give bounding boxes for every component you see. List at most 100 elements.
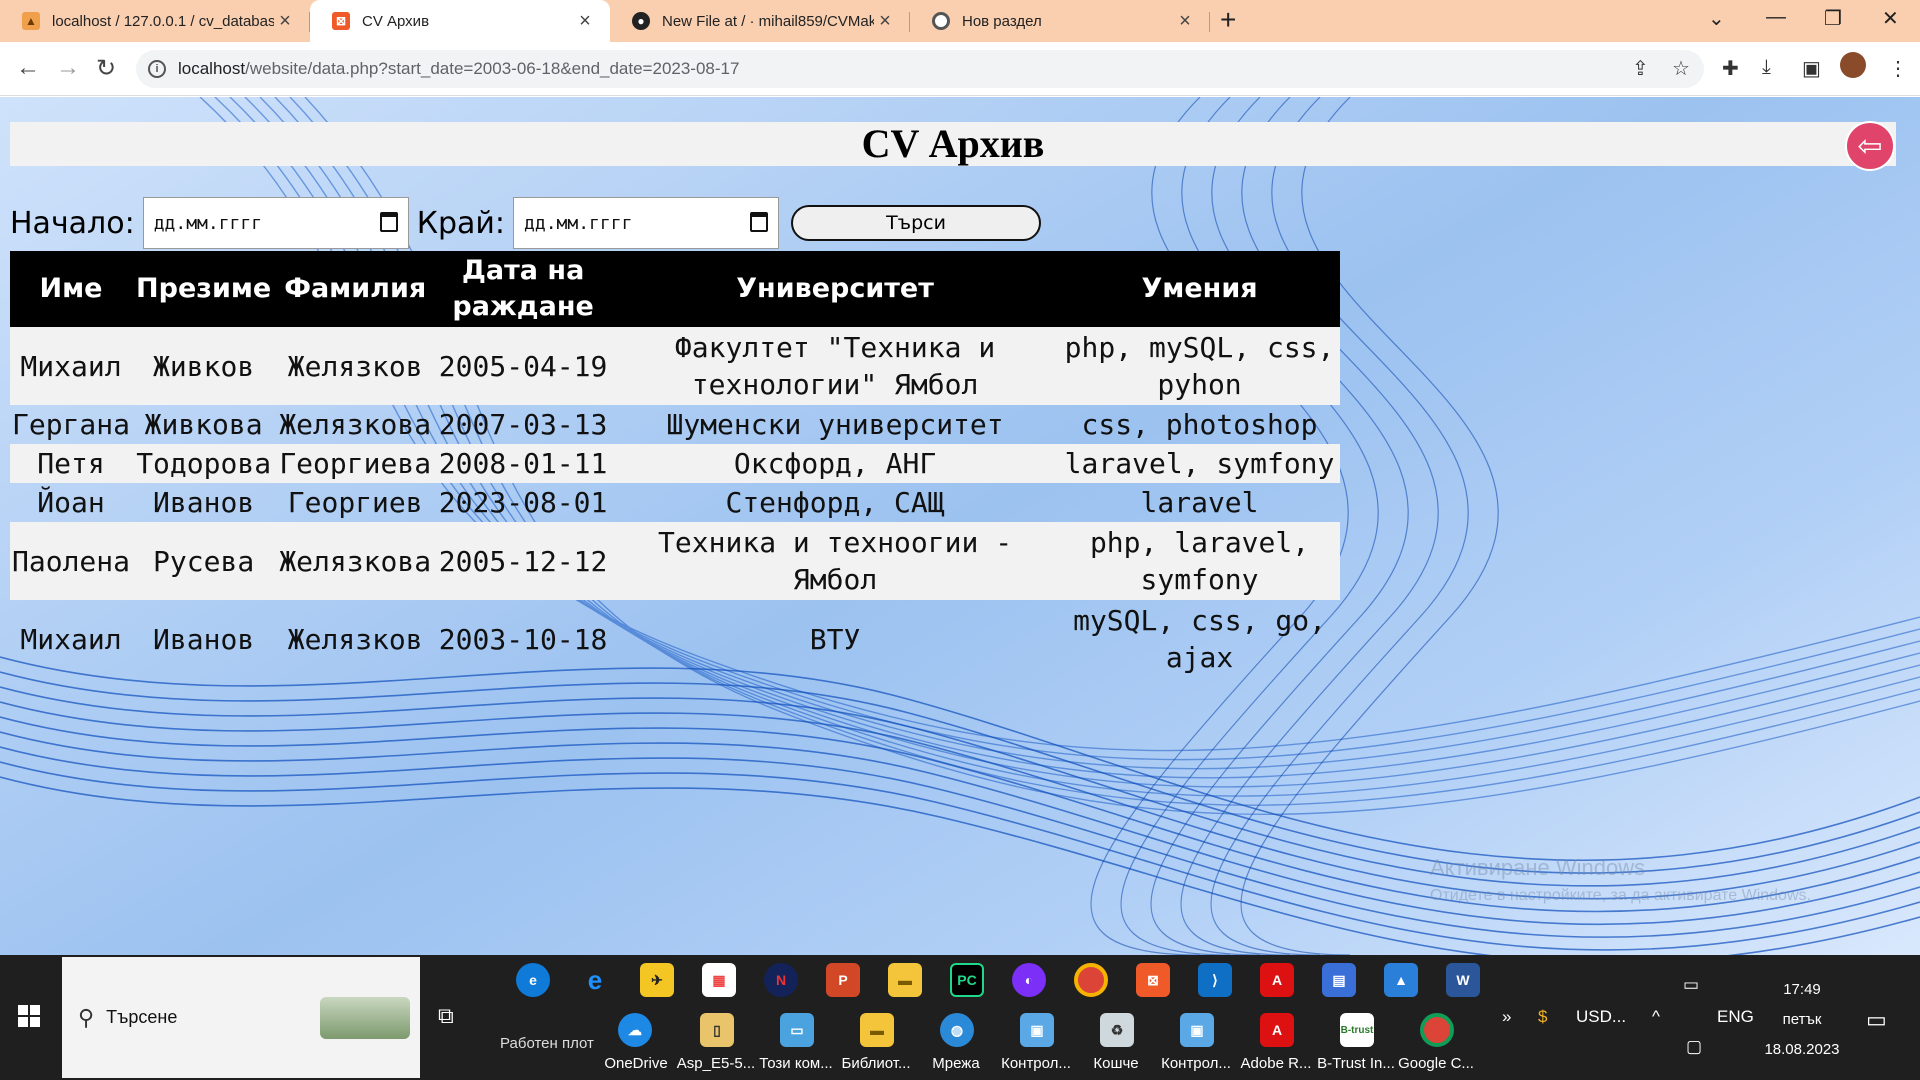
reload-icon[interactable]: ↻	[96, 54, 116, 83]
column-header: Университет	[611, 251, 1060, 327]
desktop-toolbar-label[interactable]: Работен плот	[500, 1035, 594, 1052]
file-explorer-icon[interactable]: ▬	[888, 963, 922, 997]
download-icon[interactable]: ⤓	[1762, 56, 1771, 79]
chrome-taskbar-icon[interactable]	[1074, 963, 1108, 997]
cell-first-name: Гергана	[12, 408, 131, 441]
tab-cv-archive[interactable]: ⊠ CV Архив ×	[310, 0, 610, 42]
minimize-icon[interactable]: —	[1766, 6, 1786, 29]
calculator-icon[interactable]: ▤	[1322, 963, 1356, 997]
shortcut-label[interactable]: Този ком...	[756, 1055, 836, 1072]
internet-explorer-icon[interactable]: e	[578, 963, 612, 997]
xampp-icon[interactable]: ⊠	[1136, 963, 1170, 997]
cell-university: Шуменски университет	[666, 408, 1004, 441]
this-pc-icon[interactable]: ▭	[780, 1013, 814, 1047]
task-view-icon[interactable]: ⧉	[438, 1003, 454, 1029]
edge-icon[interactable]: e	[516, 963, 550, 997]
tab-phpmyadmin[interactable]: ▲ localhost / 127.0.0.1 / cv_databas ×	[0, 0, 310, 42]
recycle-bin-icon[interactable]: ♻	[1100, 1013, 1134, 1047]
search-button[interactable]: Търси	[791, 205, 1042, 241]
table-row: Гергана Живкова Желязкова 2007-03-13 Шум…	[10, 405, 1340, 444]
photos-icon[interactable]: ▲	[1384, 963, 1418, 997]
url-host: localhost	[178, 59, 246, 78]
table-row: Паолена Русева Желязкова 2005-12-12 Техн…	[10, 522, 1340, 600]
shortcut-label[interactable]: Asp_E5-5...	[676, 1055, 756, 1072]
restore-icon[interactable]: ❐	[1824, 6, 1842, 31]
start-date-input[interactable]: дд.мм.гггг	[142, 197, 409, 249]
taskbar-search-placeholder: Търсене	[106, 1007, 178, 1027]
notifications-icon[interactable]: ▭	[1866, 1007, 1887, 1033]
network-icon[interactable]: ◍	[940, 1013, 974, 1047]
calendar-icon[interactable]	[750, 212, 769, 232]
back-arrow-icon[interactable]: ←	[16, 54, 40, 82]
menu-icon[interactable]: ⋮	[1888, 56, 1908, 81]
shortcut-label[interactable]: Google C...	[1396, 1055, 1476, 1072]
system-clock[interactable]: 17:49 петък 18.08.2023	[1762, 975, 1842, 1065]
site-info-icon[interactable]: i	[148, 60, 166, 78]
libraries-icon[interactable]: ▬	[860, 1013, 894, 1047]
github-icon: ●	[632, 12, 650, 30]
user-folder-icon[interactable]: ▯	[700, 1013, 734, 1047]
adobe-reader-icon[interactable]: A	[1260, 1013, 1294, 1047]
shortcut-label[interactable]: Adobe R...	[1236, 1055, 1316, 1072]
control-panel-icon[interactable]: ▣	[1180, 1013, 1214, 1047]
window-close-icon[interactable]: ✕	[1882, 6, 1899, 31]
shortcut-label[interactable]: Контрол...	[1156, 1055, 1236, 1072]
table-row: Михаил Живков Желязков 2005-04-19 Факулт…	[10, 327, 1340, 405]
shortcut-label[interactable]: Контрол...	[996, 1055, 1076, 1072]
end-date-input[interactable]: дд.мм.гггг	[513, 197, 780, 249]
browser-toolbar: ← → ↻ i localhost/website/data.php?start…	[0, 42, 1920, 96]
date-filter-form: Начало: дд.мм.гггг Край: дд.мм.гггг Търс…	[10, 197, 1042, 249]
shortcut-label[interactable]: Мрежа	[916, 1055, 996, 1072]
calendar-icon[interactable]	[379, 212, 398, 232]
address-bar[interactable]: i localhost/website/data.php?start_date=…	[136, 50, 1704, 88]
chevron-up-icon[interactable]: ^	[1652, 1007, 1660, 1027]
acrobat-icon[interactable]: A	[1260, 963, 1294, 997]
side-panel-icon[interactable]: ▣	[1802, 56, 1821, 81]
shortcut-label[interactable]: Кошче	[1076, 1055, 1156, 1072]
control-panel-icon[interactable]: ▣	[1020, 1013, 1054, 1047]
profile-avatar[interactable]	[1840, 52, 1866, 78]
language-indicator[interactable]: ENG	[1717, 1007, 1754, 1027]
extensions-icon[interactable]: ✚	[1722, 56, 1739, 81]
forward-arrow-icon[interactable]: →	[56, 54, 80, 82]
share-icon[interactable]: ⇪	[1632, 56, 1649, 81]
watermark-subtitle: Отидете в настройките, за да активирате …	[1430, 887, 1811, 904]
bookmark-star-icon[interactable]: ☆	[1672, 56, 1690, 81]
close-icon[interactable]: ×	[274, 10, 296, 33]
tab-new[interactable]: Нов раздел ×	[910, 0, 1210, 42]
close-icon[interactable]: ×	[1174, 10, 1196, 33]
pycharm-icon[interactable]: PC	[950, 963, 984, 997]
start-date-label: Начало:	[10, 205, 135, 241]
toolbar-overflow-icon[interactable]: »	[1502, 1007, 1511, 1027]
windows-start-icon[interactable]	[18, 1005, 40, 1027]
google-chrome-icon[interactable]	[1420, 1013, 1454, 1047]
compass-app-icon[interactable]: N	[764, 963, 798, 997]
microsoft-store-icon[interactable]: ▦	[702, 963, 736, 997]
cell-skills: php, laravel, symfony	[1059, 522, 1340, 600]
filezilla-icon[interactable]: ✈	[640, 963, 674, 997]
vscode-icon[interactable]: ⟩	[1198, 963, 1232, 997]
tab-search-icon[interactable]: ⌄	[1708, 6, 1725, 31]
meet-now-icon[interactable]: ▢	[1686, 1037, 1702, 1057]
cell-birth-date: 2007-03-13	[438, 408, 608, 441]
usd-widget[interactable]: USD...	[1576, 1007, 1626, 1027]
word-icon[interactable]: W	[1446, 963, 1480, 997]
onedrive-icon[interactable]: ☁	[618, 1013, 652, 1047]
tab-github[interactable]: ● New File at / · mihail859/CVMake ×	[610, 0, 910, 42]
column-header: Име	[10, 251, 133, 327]
close-icon[interactable]: ×	[574, 10, 596, 33]
shortcut-label[interactable]: B-Trust In...	[1316, 1055, 1396, 1072]
column-header: Умения	[1059, 251, 1340, 327]
battery-icon[interactable]: ▭	[1683, 975, 1699, 995]
back-button[interactable]: ⇦	[1845, 121, 1895, 171]
b-trust-icon[interactable]: B-trust	[1340, 1013, 1374, 1047]
shortcut-label[interactable]: OneDrive	[596, 1055, 676, 1072]
close-icon[interactable]: ×	[874, 10, 896, 33]
mask-app-icon[interactable]: ◐	[1012, 963, 1046, 997]
clock-time: 17:49	[1783, 981, 1821, 998]
taskbar-search[interactable]: ⚲ Търсене	[62, 957, 420, 1078]
powerpoint-icon[interactable]: P	[826, 963, 860, 997]
shortcut-label[interactable]: Библиот...	[836, 1055, 916, 1072]
new-tab-icon[interactable]: +	[1220, 4, 1236, 36]
cell-birth-date: 2023-08-01	[438, 486, 608, 519]
